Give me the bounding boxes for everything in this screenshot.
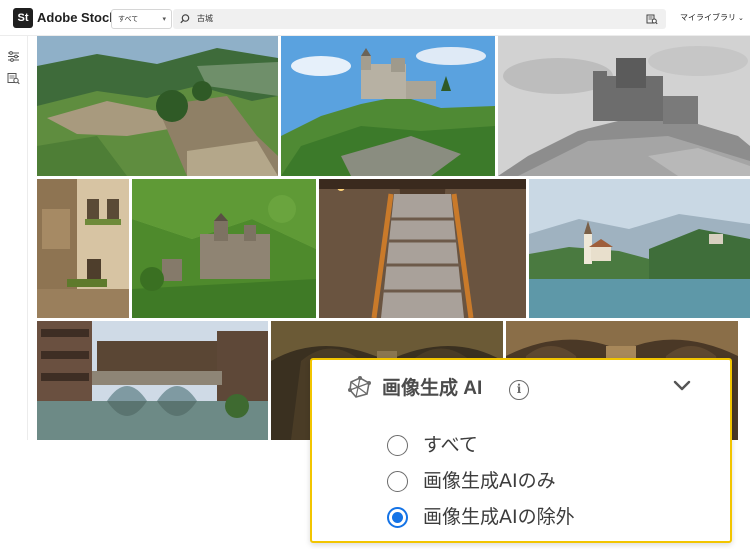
- search-bar[interactable]: 古城: [173, 9, 666, 29]
- lake-church-photo: [529, 179, 750, 318]
- result-image-castle-ruins-hillside[interactable]: [37, 36, 278, 176]
- option-label: すべて: [423, 434, 478, 456]
- option-label: 画像生成AIのみ: [423, 470, 556, 492]
- forest-castle-photo: [132, 179, 316, 318]
- result-image-ancient-town-bridge-river[interactable]: [37, 321, 268, 440]
- chevron-down-icon: ⌄: [738, 14, 744, 22]
- search-input[interactable]: 古城: [197, 12, 213, 25]
- staircase-photo: [319, 179, 526, 318]
- stone-town-photo: [37, 179, 129, 318]
- left-rail: [0, 36, 28, 440]
- castle-monochrome-photo: [498, 36, 750, 176]
- result-image-wooden-staircase-interior[interactable]: [319, 179, 526, 318]
- content-type-select-value: すべて: [118, 15, 139, 23]
- town-bridge-photo: [37, 321, 268, 440]
- visual-search-icon[interactable]: [7, 72, 20, 85]
- result-image-lake-island-church[interactable]: [529, 179, 750, 318]
- content-type-select[interactable]: すべて ▾: [111, 9, 172, 29]
- option-label: 画像生成AIの除外: [423, 506, 575, 528]
- result-image-old-stone-town-facade[interactable]: [37, 179, 129, 318]
- info-icon[interactable]: i: [509, 380, 529, 400]
- ai-filter-title: 画像生成 AI: [382, 378, 483, 399]
- ai-generated-filter-panel: 画像生成 AI i すべて 画像生成AIのみ 画像生成AIの除外: [310, 358, 732, 543]
- castle-ruins-photo: [37, 36, 278, 176]
- filter-sliders-icon[interactable]: [7, 50, 20, 63]
- chevron-down-icon: ▾: [162, 15, 166, 23]
- result-image-castle-monochrome-hill[interactable]: [498, 36, 750, 176]
- search-icon: [180, 14, 190, 24]
- chevron-down-icon[interactable]: [672, 376, 692, 396]
- adobe-stock-logo-icon[interactable]: St: [13, 8, 33, 28]
- app-title[interactable]: Adobe Stock: [37, 9, 116, 27]
- generative-ai-icon: [348, 376, 371, 398]
- radio-button[interactable]: [387, 471, 408, 492]
- result-image-castle-in-forest[interactable]: [132, 179, 316, 318]
- result-image-castle-on-green-hill[interactable]: [281, 36, 495, 176]
- radio-button[interactable]: [387, 435, 408, 456]
- my-library-menu[interactable]: マイライブラリ ⌄: [680, 11, 744, 25]
- castle-hill-photo: [281, 36, 495, 176]
- radio-button-selected[interactable]: [387, 507, 408, 528]
- top-bar: St Adobe Stock すべて ▾ 古城 マイライブラリ ⌄: [0, 0, 750, 36]
- my-library-label: マイライブラリ: [680, 13, 736, 22]
- visual-search-icon[interactable]: [646, 13, 658, 25]
